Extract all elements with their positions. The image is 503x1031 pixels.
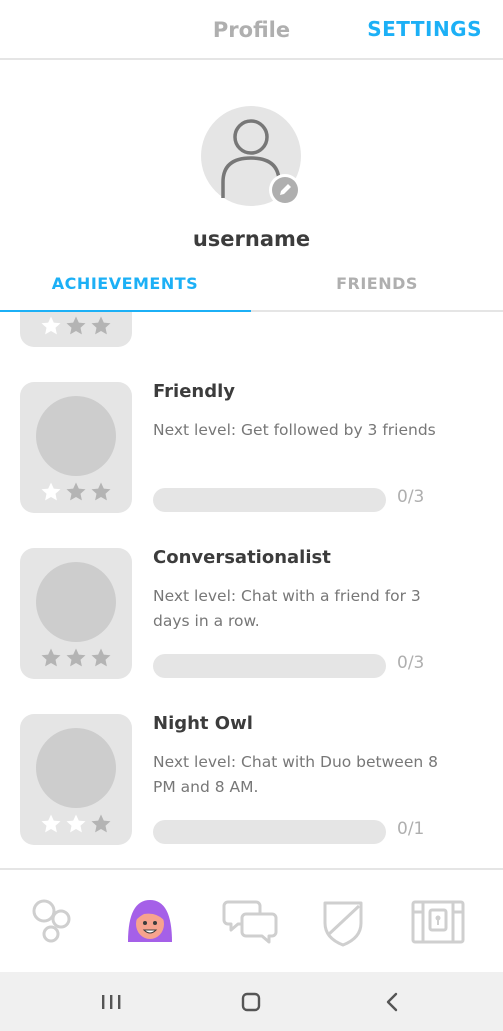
badge-stars [39, 314, 113, 338]
profile-character-icon [128, 900, 172, 942]
achievement-title: Conversationalist [153, 547, 331, 568]
star-icon [41, 482, 61, 501]
achievement-description: Next level: Chat with a friend for 3 day… [153, 587, 421, 630]
badge-icon [36, 728, 116, 808]
achievement-title: Night Owl [153, 713, 253, 734]
achievement-badge-conversationalist[interactable] [20, 548, 132, 679]
badge-icon [36, 562, 116, 642]
bubbles-icon [32, 899, 71, 943]
top-bar: Profile SETTINGS [0, 0, 503, 60]
system-navigation-bar [0, 972, 503, 1031]
achievement-progress-text: 0/3 [397, 653, 425, 673]
achievement-progress-bar [153, 820, 386, 844]
star-icon [66, 316, 86, 335]
shield-icon [323, 901, 363, 947]
back-button[interactable] [377, 987, 407, 1017]
achievement-description: Next level: Get followed by 3 friends [153, 421, 436, 439]
star-icon [91, 316, 111, 335]
pencil-icon [280, 184, 291, 195]
achievement-title: Friendly [153, 381, 236, 402]
nav-learn[interactable] [21, 890, 81, 950]
shop-chest-icon [411, 900, 465, 944]
back-icon [386, 992, 398, 1012]
bottom-navigation [0, 868, 503, 972]
achievement-description: Next level: Chat with Duo between 8 PM a… [153, 753, 438, 796]
badge-icon [36, 396, 116, 476]
achievements-list[interactable]: Friendly Next level: Get followed by 3 f… [0, 312, 503, 868]
badge-stars [39, 646, 113, 670]
home-icon [241, 992, 261, 1012]
star-icon [41, 814, 61, 833]
achievement-progress-bar [153, 488, 386, 512]
tab-achievements[interactable]: ACHIEVEMENTS [0, 274, 250, 293]
badge-stars [39, 480, 113, 504]
achievement-badge-friendly[interactable] [20, 382, 132, 513]
profile-tabs: ACHIEVEMENTS FRIENDS [0, 262, 503, 312]
tab-friends[interactable]: FRIENDS [251, 274, 503, 293]
star-icon [66, 814, 86, 833]
chat-icon [222, 900, 278, 944]
nav-profile[interactable] [120, 890, 180, 950]
star-icon [91, 648, 111, 667]
star-icon [91, 482, 111, 501]
star-icon [41, 648, 61, 667]
badge-stars [39, 812, 113, 836]
home-button[interactable] [236, 987, 266, 1017]
nav-chat[interactable] [221, 890, 281, 950]
achievement-progress-text: 0/1 [397, 819, 425, 839]
username: username [192, 227, 311, 251]
achievement-badge[interactable] [20, 312, 132, 347]
star-icon [91, 814, 111, 833]
star-icon [66, 482, 86, 501]
recent-apps-icon [102, 995, 121, 1009]
settings-button[interactable]: SETTINGS [367, 17, 482, 41]
achievement-badge-night-owl[interactable] [20, 714, 132, 845]
star-icon [41, 316, 61, 335]
achievement-progress-bar [153, 654, 386, 678]
recent-apps-button[interactable] [96, 987, 126, 1017]
nav-leagues[interactable] [313, 890, 373, 950]
nav-shop[interactable] [408, 890, 468, 950]
edit-avatar-button[interactable] [269, 174, 301, 206]
achievement-progress-text: 0/3 [397, 487, 425, 507]
star-icon [66, 648, 86, 667]
